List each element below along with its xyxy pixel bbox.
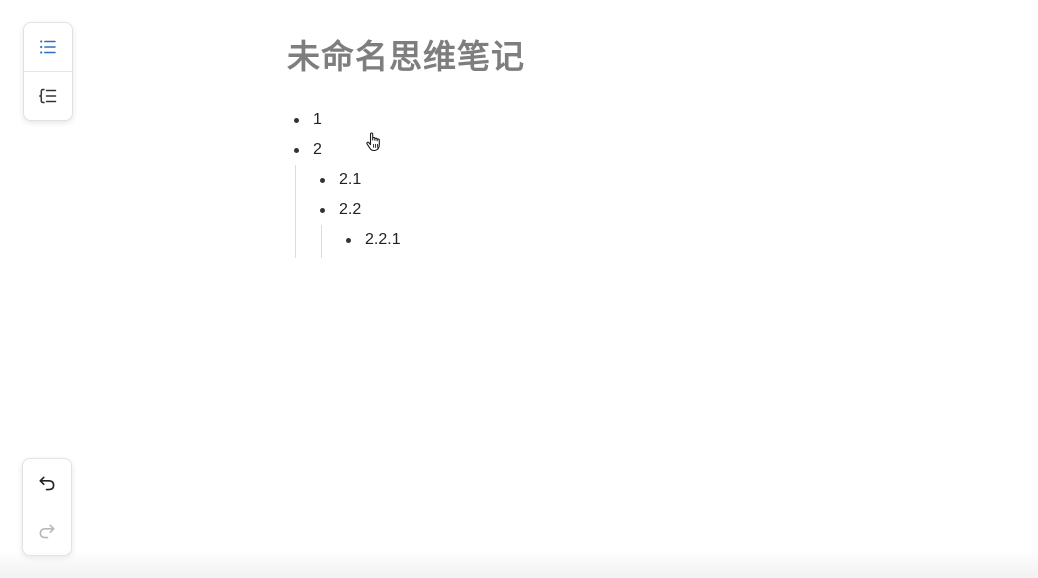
bullet-handle[interactable]: [287, 105, 305, 135]
outline-node: 1: [287, 105, 401, 135]
outline-row: 1: [287, 105, 401, 135]
undo-icon: [37, 473, 57, 493]
bullet-handle[interactable]: [313, 195, 331, 225]
children-group: 2.1 2.2 2.2.1: [295, 165, 401, 258]
outline-row: 2: [287, 135, 401, 165]
undo-button[interactable]: [23, 459, 71, 507]
outline-node: 2.2.1: [339, 225, 401, 255]
outline-row: 2.2: [313, 195, 401, 225]
outline-node: 2.1: [313, 165, 401, 195]
structure-view-button[interactable]: [24, 71, 72, 120]
redo-button[interactable]: [23, 507, 71, 555]
view-toolbar: [23, 22, 73, 121]
redo-icon: [37, 521, 57, 541]
outline-row: 2.1: [313, 165, 401, 195]
outline-node: 2.2 2.2.1: [313, 195, 401, 258]
node-text[interactable]: 2.1: [339, 171, 361, 189]
bullet-handle[interactable]: [313, 165, 331, 195]
outline-tree: 1 2 2.1 2.2 2.2.1: [287, 105, 401, 258]
node-text[interactable]: 2.2.1: [365, 231, 401, 249]
node-text[interactable]: 1: [313, 111, 322, 129]
bullet-handle[interactable]: [339, 225, 357, 255]
history-toolbar: [22, 458, 72, 556]
list-icon: [38, 37, 58, 57]
node-text[interactable]: 2: [313, 141, 322, 159]
outline-node: 2 2.1 2.2 2.2.1: [287, 135, 401, 258]
children-group: 2.2.1: [321, 225, 401, 258]
page-title[interactable]: 未命名思维笔记: [287, 34, 525, 80]
hand-cursor-icon: [365, 132, 383, 152]
bottom-edge-shadow: [0, 550, 1038, 578]
bullet-handle[interactable]: [287, 135, 305, 165]
outline-row: 2.2.1: [339, 225, 401, 255]
node-text[interactable]: 2.2: [339, 201, 361, 219]
indent-list-icon: [38, 86, 58, 106]
outline-view-button[interactable]: [24, 23, 72, 71]
